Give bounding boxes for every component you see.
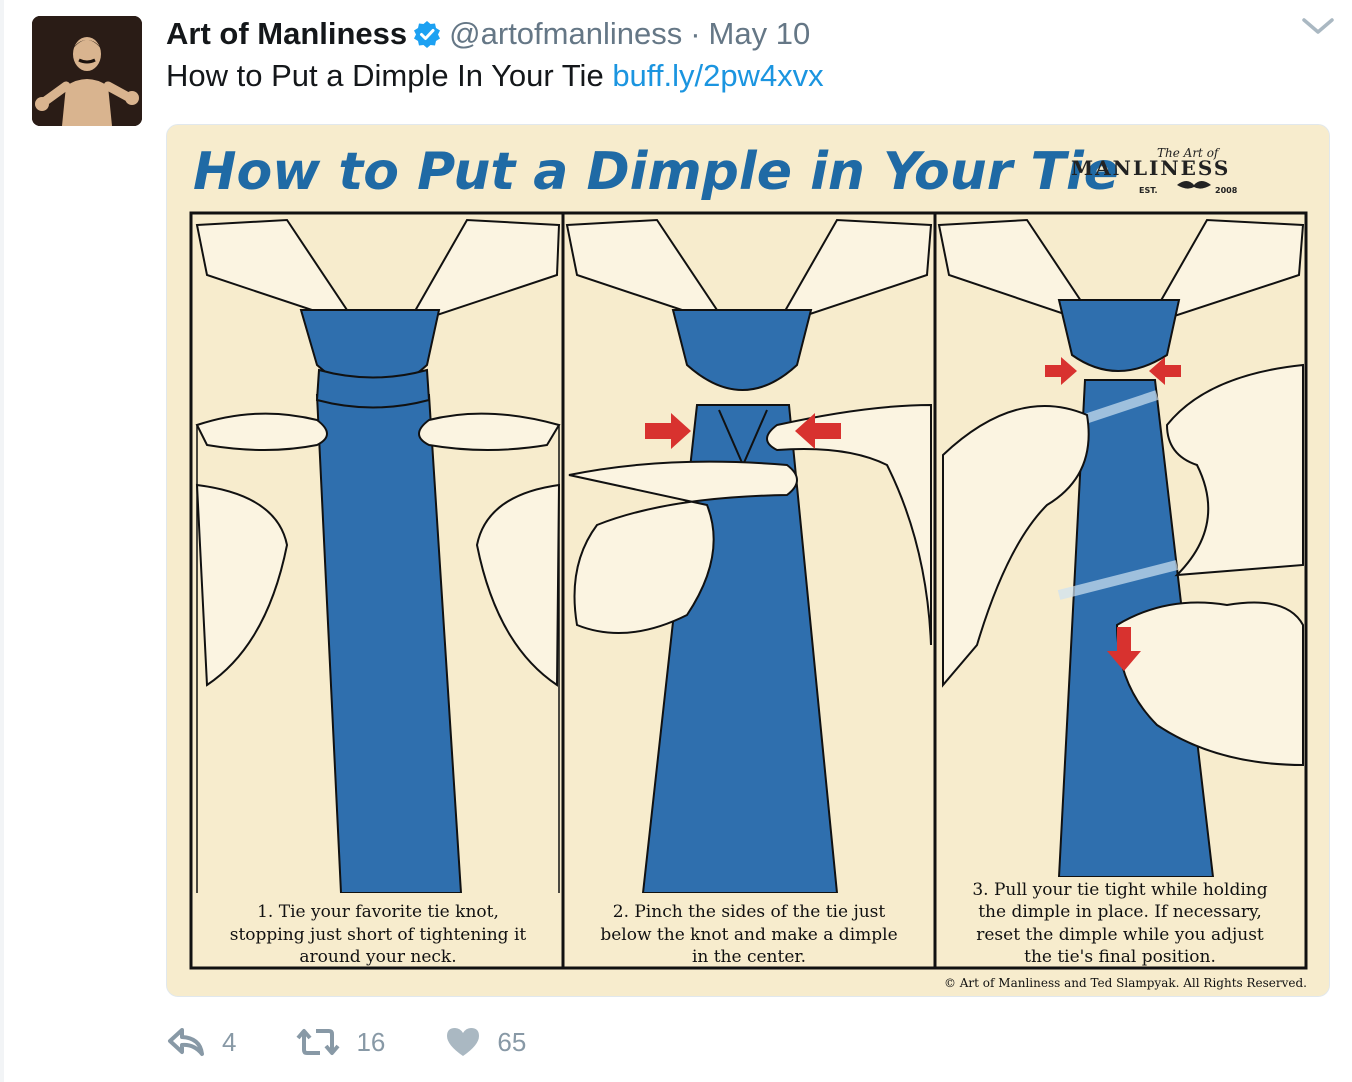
tweet-body: How to Put a Dimple In Your Tie (166, 58, 604, 93)
logo-est: EST. (1139, 186, 1158, 195)
tweet-text: How to Put a Dimple In Your Tie buff.ly/… (166, 58, 824, 94)
caption-2-line-3: in the center. (692, 947, 806, 967)
like-count: 65 (497, 1026, 527, 1057)
reply-button[interactable]: 4 (166, 1026, 236, 1058)
tweet-header: Art of Manliness @artofmanliness · May 1… (166, 14, 810, 54)
image-title: How to Put a Dimple in Your Tie (193, 142, 1119, 202)
tweet-link[interactable]: buff.ly/2pw4xvx (612, 58, 823, 93)
reply-icon (168, 1028, 204, 1056)
caption-2: 2. Pinch the sides of the tie just below… (565, 893, 933, 967)
retweet-button[interactable]: 16 (296, 1026, 385, 1058)
heart-icon (447, 1028, 480, 1056)
caption-3-line-1: 3. Pull your tie tight while holding (972, 880, 1267, 900)
caption-1: 1. Tie your favorite tie knot, stopping … (195, 893, 561, 967)
panel-1 (193, 215, 563, 966)
like-button[interactable]: 65 (445, 1026, 526, 1058)
logo-year: 2008 (1215, 186, 1238, 195)
separator: · (690, 16, 701, 51)
caption-1-line-2: stopping just short of tightening it (230, 925, 527, 945)
logo-main-text: MANLINESS (1071, 156, 1230, 180)
tweet-image[interactable]: How to Put a Dimple in Your Tie The Art … (166, 124, 1330, 997)
caption-3-line-3: reset the dimple while you adjust (976, 925, 1264, 945)
retweet-icon (296, 1029, 340, 1055)
caption-1-line-1: 1. Tie your favorite tie knot, (257, 902, 499, 922)
caption-2-line-2: below the knot and make a dimple (600, 925, 897, 945)
caption-3-line-4: the tie's final position. (1024, 947, 1216, 967)
caption-1-line-3: around your neck. (299, 947, 456, 967)
caption-2-line-1: 2. Pinch the sides of the tie just (613, 902, 886, 922)
copyright: © Art of Manliness and Ted Slampyak. All… (944, 976, 1307, 990)
display-name[interactable]: Art of Manliness (166, 16, 407, 52)
tweet: Art of Manliness @artofmanliness · May 1… (0, 0, 1352, 1082)
retweet-count: 16 (356, 1026, 386, 1057)
chevron-down-icon[interactable] (1298, 12, 1338, 40)
reply-count: 4 (222, 1026, 237, 1057)
action-bar: 4 16 65 (166, 1020, 586, 1064)
timestamp[interactable]: May 10 (709, 16, 811, 52)
timeline-border (0, 0, 4, 1082)
handle[interactable]: @artofmanliness (449, 16, 682, 52)
verified-badge-icon (413, 20, 441, 48)
caption-3-line-2: the dimple in place. If necessary, (978, 902, 1262, 922)
avatar[interactable] (32, 16, 142, 126)
caption-3: 3. Pull your tie tight while holding the… (937, 877, 1304, 967)
